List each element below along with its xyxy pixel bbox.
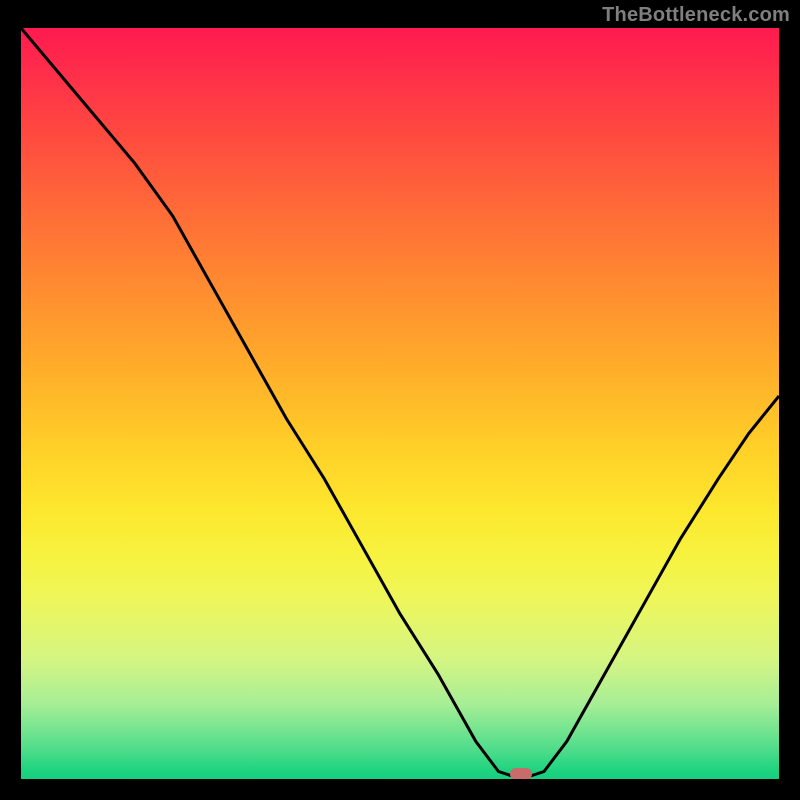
chart-frame: TheBottleneck.com: [0, 0, 800, 800]
curve-line: [21, 28, 779, 779]
watermark-text: TheBottleneck.com: [602, 4, 790, 27]
plot-area: [21, 28, 779, 779]
bottleneck-curve: [21, 28, 779, 779]
optimal-point-marker: [510, 768, 532, 779]
